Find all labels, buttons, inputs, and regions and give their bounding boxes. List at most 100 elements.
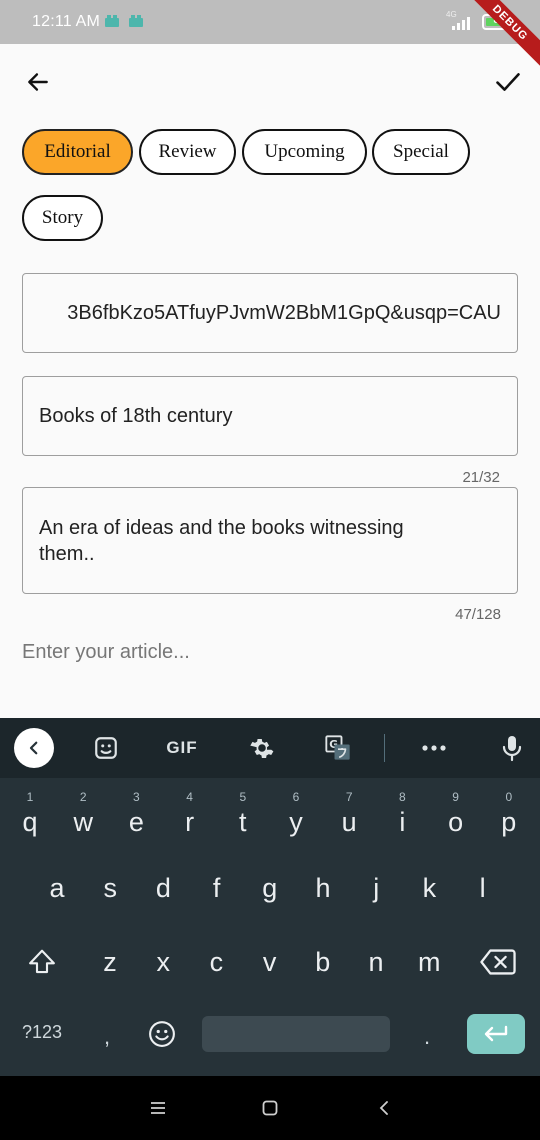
- emoji-icon: [149, 1021, 175, 1047]
- key-x[interactable]: x: [139, 934, 187, 990]
- chevron-left-icon: [29, 741, 38, 755]
- backspace-key[interactable]: [474, 934, 522, 990]
- key-o[interactable]: 9o: [432, 788, 480, 844]
- chevron-left-icon: [379, 1101, 388, 1115]
- arrow-left-icon: [28, 73, 48, 91]
- check-icon: [496, 73, 520, 91]
- space-key[interactable]: [202, 1016, 390, 1052]
- gear-icon: [250, 739, 274, 758]
- key-label: o: [448, 806, 464, 837]
- key-e[interactable]: 3e: [112, 788, 160, 844]
- toolbar-divider: [384, 734, 385, 762]
- key-l[interactable]: l: [459, 860, 507, 916]
- key-v[interactable]: v: [246, 934, 294, 990]
- key-s[interactable]: s: [86, 860, 134, 916]
- key-u[interactable]: 7u: [325, 788, 373, 844]
- description-field[interactable]: An era of ideas and the books witnessing…: [22, 487, 518, 594]
- key-label: i: [399, 806, 406, 837]
- voice-input-button[interactable]: [496, 732, 528, 764]
- shift-key[interactable]: [18, 934, 66, 990]
- translate-button[interactable]: G: [322, 732, 354, 764]
- system-nav-bar: [0, 1076, 540, 1140]
- description-line-2: them..: [39, 543, 95, 565]
- key-hint: 5: [239, 790, 247, 804]
- key-w[interactable]: 2w: [59, 788, 107, 844]
- keyboard-settings-button[interactable]: [246, 732, 278, 764]
- key-hint: 4: [186, 790, 193, 804]
- title-field[interactable]: Books of 18th century: [22, 376, 518, 456]
- sticker-button[interactable]: [90, 732, 122, 764]
- category-chip-editorial[interactable]: Editorial: [22, 129, 133, 175]
- signal-icon: [452, 17, 470, 30]
- more-horizontal-icon: [422, 745, 446, 751]
- debug-banner: DEBUG: [461, 0, 540, 72]
- key-r[interactable]: 4r: [166, 788, 214, 844]
- enter-icon: [484, 1025, 508, 1042]
- key-hint: 6: [292, 790, 300, 804]
- image-url-field[interactable]: 3B6fbKzo5ATfuyPJvmW2BbM1GpQ&usqp=CAU: [22, 273, 518, 353]
- backspace-icon: [480, 949, 516, 975]
- status-time: 12:11 AM: [32, 13, 101, 30]
- key-label: p: [501, 806, 517, 837]
- confirm-button[interactable]: [490, 64, 526, 100]
- key-g[interactable]: g: [246, 860, 294, 916]
- back-button[interactable]: [20, 64, 56, 100]
- key-p[interactable]: 0p: [485, 788, 533, 844]
- key-b[interactable]: b: [299, 934, 347, 990]
- system-back-button[interactable]: [370, 1094, 398, 1122]
- key-hint: 2: [79, 790, 87, 804]
- key-a[interactable]: a: [33, 860, 81, 916]
- article-input[interactable]: Enter your article...: [22, 641, 190, 664]
- key-n[interactable]: n: [352, 934, 400, 990]
- category-chip-upcoming[interactable]: Upcoming: [242, 129, 367, 175]
- key-label: w: [73, 806, 93, 837]
- more-options-button[interactable]: [418, 732, 450, 764]
- key-y[interactable]: 6y: [272, 788, 320, 844]
- key-k[interactable]: k: [405, 860, 453, 916]
- status-bar: 12:11 AM 4G 82 DEBUG: [0, 0, 540, 72]
- keyboard-collapse-button[interactable]: [14, 728, 54, 768]
- soft-keyboard: GIF G 1q2w3e4r5t6y7u8i9o0p asdfghjkl zxc…: [0, 718, 540, 1076]
- key-j[interactable]: j: [352, 860, 400, 916]
- symbols-key[interactable]: ?123: [22, 1022, 62, 1043]
- key-f[interactable]: f: [193, 860, 241, 916]
- key-q[interactable]: 1q: [6, 788, 54, 844]
- key-t[interactable]: 5t: [219, 788, 267, 844]
- home-button[interactable]: [256, 1094, 284, 1122]
- image-url-value: 3B6fbKzo5ATfuyPJvmW2BbM1GpQ&usqp=CAU: [67, 301, 501, 324]
- key-m[interactable]: m: [405, 934, 453, 990]
- key-d[interactable]: d: [139, 860, 187, 916]
- key-label: y: [289, 806, 303, 837]
- menu-icon: [151, 1102, 165, 1114]
- category-chip-review[interactable]: Review: [139, 129, 236, 175]
- enter-key[interactable]: [467, 1014, 525, 1054]
- recents-button[interactable]: [144, 1094, 172, 1122]
- key-z[interactable]: z: [86, 934, 134, 990]
- keyboard-toolbar: GIF G: [0, 718, 540, 778]
- key-label: e: [128, 806, 144, 837]
- key-label: q: [22, 806, 38, 837]
- key-label: u: [341, 806, 357, 837]
- notification-icon: [105, 15, 119, 27]
- key-hint: 0: [505, 790, 513, 804]
- notification-icon: [129, 15, 143, 27]
- key-label: r: [185, 806, 195, 837]
- key-h[interactable]: h: [299, 860, 347, 916]
- period-key[interactable]: .: [424, 1024, 430, 1050]
- title-char-counter: 21/32: [462, 469, 500, 486]
- key-hint: 9: [452, 790, 459, 804]
- key-label: t: [239, 806, 247, 837]
- gif-button[interactable]: GIF: [164, 732, 200, 764]
- microphone-icon: [502, 736, 522, 762]
- translate-icon: G: [325, 735, 350, 760]
- key-hint: 3: [133, 790, 140, 804]
- category-chip-story[interactable]: Story: [22, 195, 103, 241]
- key-i[interactable]: 8i: [378, 788, 426, 844]
- key-c[interactable]: c: [192, 934, 240, 990]
- category-chip-special[interactable]: Special: [372, 129, 470, 175]
- comma-key[interactable]: ,: [104, 1024, 110, 1050]
- sticker-icon: [95, 737, 117, 759]
- key-hint: 7: [345, 790, 353, 804]
- emoji-key[interactable]: [138, 1006, 186, 1062]
- description-line-1: An era of ideas and the books witnessing: [39, 517, 404, 539]
